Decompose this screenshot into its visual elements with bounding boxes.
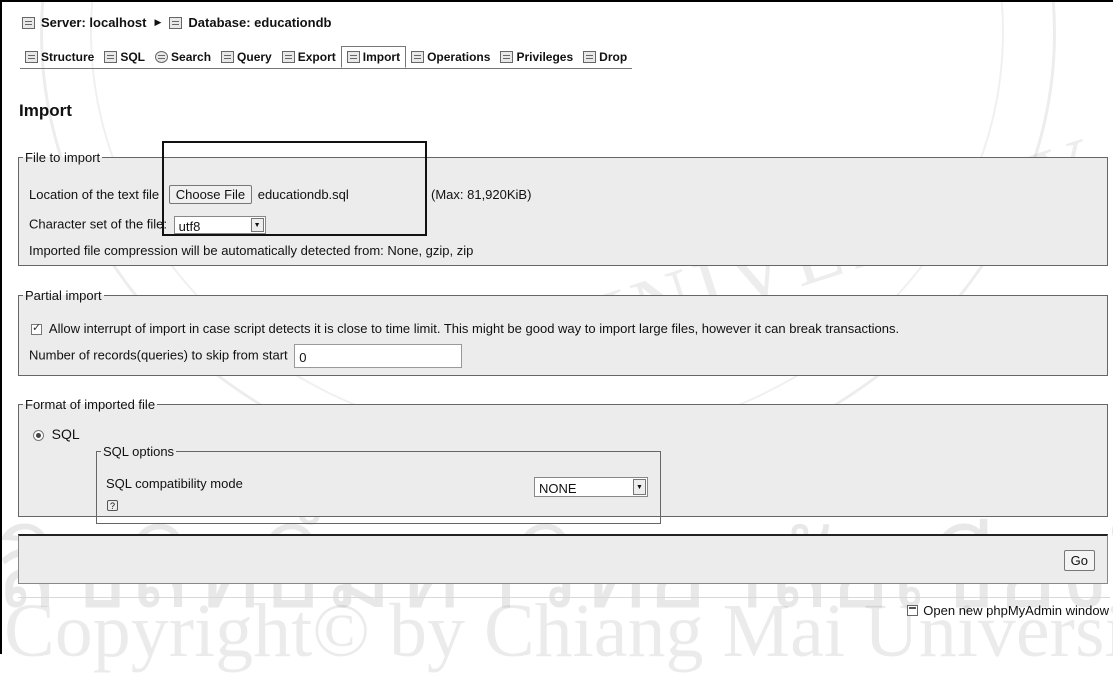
- tab-export[interactable]: Export: [277, 46, 341, 68]
- tab-bar: Structure SQL Search Query Export Import…: [20, 46, 633, 69]
- charset-label: Character set of the file:: [29, 216, 168, 232]
- export-icon: [281, 51, 295, 63]
- tab-privileges[interactable]: Privileges: [495, 46, 578, 68]
- compat-select-wrap: NONE ▼: [534, 477, 648, 497]
- breadcrumb-server[interactable]: Server: localhost: [41, 15, 147, 30]
- skip-records-label: Number of records(queries) to skip from …: [29, 347, 288, 363]
- chevron-down-icon: ▼: [633, 479, 646, 495]
- max-size-note: (Max: 81,920KiB): [431, 187, 532, 202]
- privileges-icon: [500, 51, 514, 63]
- compat-value: NONE: [539, 481, 577, 496]
- allow-interrupt-checkbox[interactable]: [31, 321, 42, 336]
- submit-bar: Go: [18, 534, 1108, 584]
- format-fieldset: Format of imported file SQL SQL options …: [18, 397, 1108, 524]
- breadcrumb-database[interactable]: Database: educationdb: [188, 15, 331, 30]
- go-button[interactable]: Go: [1063, 550, 1095, 571]
- new-window-link[interactable]: Open new phpMyAdmin window: [923, 603, 1109, 618]
- tab-label: Structure: [41, 50, 95, 64]
- help-icon[interactable]: ?: [107, 500, 118, 511]
- tab-label: Operations: [427, 50, 491, 64]
- skip-records-input[interactable]: 0: [294, 344, 463, 368]
- screenshot-border-top: [0, 0, 1113, 2]
- allow-interrupt-label: Allow interrupt of import in case script…: [48, 321, 900, 336]
- partial-import-fieldset: Partial import Allow interrupt of import…: [18, 288, 1108, 376]
- partial-import-legend: Partial import: [25, 288, 102, 303]
- server-icon: [22, 16, 35, 29]
- new-window-link-row: Open new phpMyAdmin window: [907, 603, 1109, 618]
- breadcrumb-separator-icon: ▶: [154, 17, 162, 27]
- database-icon: [169, 16, 183, 29]
- tab-query[interactable]: Query: [216, 46, 277, 68]
- import-icon: [346, 51, 360, 63]
- tab-sql[interactable]: SQL: [99, 46, 150, 68]
- tab-label: Privileges: [516, 50, 574, 64]
- screenshot-border-left: [0, 0, 2, 654]
- allow-interrupt-row: Allow interrupt of import in case script…: [31, 321, 899, 336]
- tab-label: Search: [171, 50, 212, 64]
- skip-records-row: Number of records(queries) to skip from …: [29, 344, 463, 368]
- tab-structure[interactable]: Structure: [20, 46, 99, 68]
- query-icon: [221, 51, 235, 63]
- file-to-import-legend: File to import: [25, 150, 101, 165]
- sql-options-fieldset: SQL options SQL compatibility mode NONE …: [96, 444, 661, 524]
- new-window-icon: [907, 605, 919, 616]
- tab-drop[interactable]: Drop: [578, 46, 632, 68]
- search-icon: [155, 51, 169, 63]
- watermark-copyright: Copyright© by Chiang Mai University: [4, 589, 1113, 673]
- tab-operations[interactable]: Operations: [406, 46, 495, 68]
- compat-select[interactable]: NONE ▼: [534, 477, 648, 497]
- tab-label: Import: [362, 50, 401, 64]
- breadcrumb: Server: localhost ▶ Database: educationd…: [22, 15, 331, 30]
- sql-icon: [104, 51, 118, 63]
- sql-format-label: SQL: [51, 426, 80, 442]
- format-sql-option: SQL: [33, 426, 80, 442]
- divider: [18, 597, 1110, 598]
- drop-icon: [583, 51, 597, 63]
- highlight-frame: [162, 141, 427, 236]
- sql-options-legend: SQL options: [103, 444, 175, 459]
- page-title: Import: [19, 101, 72, 120]
- sql-format-radio[interactable]: [33, 430, 44, 442]
- tab-search[interactable]: Search: [150, 46, 216, 68]
- structure-icon: [25, 51, 38, 63]
- skip-records-value: 0: [299, 350, 307, 365]
- tab-label: Export: [297, 50, 336, 64]
- operations-icon: [411, 51, 425, 63]
- compat-label: SQL compatibility mode: [106, 476, 243, 491]
- tab-label: Query: [237, 50, 272, 64]
- tab-import[interactable]: Import: [340, 46, 407, 68]
- tab-label: Drop: [599, 50, 628, 64]
- help-row: ?: [107, 497, 118, 512]
- compression-note: Imported file compression will be automa…: [29, 243, 474, 258]
- tab-label: SQL: [120, 50, 146, 64]
- format-legend: Format of imported file: [25, 397, 156, 412]
- file-location-label: Location of the text file: [29, 187, 160, 202]
